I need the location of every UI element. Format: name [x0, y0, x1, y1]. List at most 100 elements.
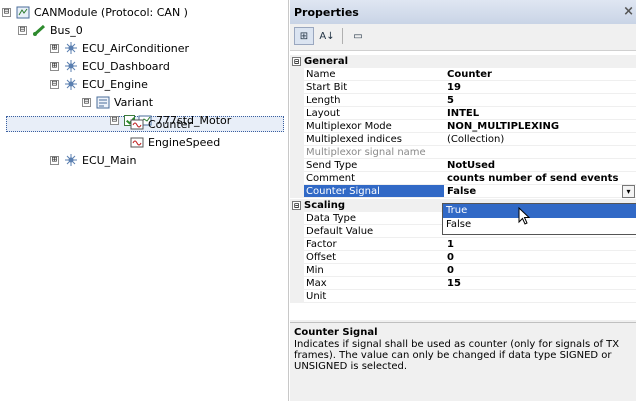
property-row-start-bit[interactable]: Start Bit 19 — [290, 81, 636, 94]
signal-icon — [130, 119, 144, 129]
mouse-cursor-icon — [518, 207, 531, 225]
property-pages-icon[interactable]: ▭ — [348, 27, 368, 45]
property-name: Factor — [304, 238, 444, 251]
expand-icon[interactable]: ⊞ — [50, 155, 59, 165]
tree-item-ecu-main[interactable]: ⊞ ECU_Main — [50, 152, 136, 168]
description-title: Counter Signal — [294, 327, 378, 338]
property-row-min[interactable]: Min 0 — [290, 264, 636, 277]
property-name: Data Type — [304, 212, 444, 225]
property-row-multiplexed-indices[interactable]: Multiplexed indices (Collection) — [290, 133, 636, 146]
category-general[interactable]: ⊟ General — [290, 55, 636, 68]
property-name: Send Type — [304, 159, 444, 172]
expand-icon[interactable]: ⊞ — [50, 43, 59, 53]
ecu-icon — [65, 77, 77, 90]
signal-icon — [130, 137, 144, 147]
counter-signal-dropdown-list: True False — [442, 203, 636, 235]
ecu-icon — [65, 153, 77, 166]
property-name: Max — [304, 277, 444, 290]
property-row-multiplexor-mode[interactable]: Multiplexor Mode NON_MULTIPLEXING — [290, 120, 636, 133]
property-value[interactable]: Counter — [444, 68, 636, 81]
property-row-layout[interactable]: Layout INTEL — [290, 107, 636, 120]
property-value[interactable] — [444, 146, 636, 159]
tree-label: ECU_Main — [82, 153, 137, 167]
dropdown-arrow-icon[interactable]: ▾ — [622, 185, 635, 198]
tree-label: ECU_Engine — [82, 77, 148, 91]
property-value[interactable]: 19 — [444, 81, 636, 94]
property-name: Multiplexor signal name — [304, 146, 444, 159]
property-value[interactable]: 0 — [444, 251, 636, 264]
description-panel: Counter Signal Indicates if signal shall… — [290, 322, 636, 401]
property-row-multiplexor-signal-name[interactable]: Multiplexor signal name — [290, 146, 636, 159]
expand-icon[interactable]: ⊞ — [50, 61, 59, 71]
property-value[interactable]: 5 — [444, 94, 636, 107]
close-icon[interactable]: × — [623, 4, 634, 19]
property-value[interactable]: 15 — [444, 277, 636, 290]
property-name: Name — [304, 68, 444, 81]
property-row-length[interactable]: Length 5 — [290, 94, 636, 107]
property-value[interactable]: counts number of send events — [444, 172, 636, 185]
collapse-icon[interactable]: ⊟ — [50, 79, 59, 89]
collapse-icon[interactable]: ⊟ — [2, 7, 11, 17]
property-value[interactable]: 0 — [444, 264, 636, 277]
property-row-factor[interactable]: Factor 1 — [290, 238, 636, 251]
collapse-icon[interactable]: ⊟ — [82, 97, 91, 107]
collapse-icon[interactable]: ⊟ — [292, 201, 301, 210]
property-row-counter-signal[interactable]: Counter Signal False ▾ — [290, 185, 636, 198]
property-row-max[interactable]: Max 15 — [290, 277, 636, 290]
property-value[interactable]: NON_MULTIPLEXING — [444, 120, 636, 133]
property-value[interactable]: NotUsed — [444, 159, 636, 172]
ecu-icon — [65, 59, 77, 72]
properties-title: Properties — [294, 5, 359, 19]
tree-item-enginespeed[interactable]: EngineSpeed — [130, 134, 220, 150]
module-icon — [16, 6, 30, 18]
property-name: Layout — [304, 107, 444, 120]
dropdown-option-false[interactable]: False — [443, 218, 636, 232]
tree-item-variant[interactable]: ⊟ Variant — [82, 94, 153, 110]
tree-label: EngineSpeed — [148, 135, 221, 149]
tree-label: CANModule (Protocol: CAN ) — [34, 5, 188, 19]
tree-item-canmodule[interactable]: ⊟ CANModule (Protocol: CAN ) — [2, 4, 188, 20]
dropdown-option-true[interactable]: True — [443, 204, 636, 218]
counter-signal-select[interactable]: False ▾ — [444, 185, 636, 198]
tree-label: ECU_Dashboard — [82, 59, 170, 73]
properties-panel: Properties × ⊞ A↓ ▭ ⊟ General Name Counte… — [290, 0, 636, 401]
collapse-icon[interactable]: ⊟ — [18, 25, 27, 35]
tree-item-ecu-airconditioner[interactable]: ⊞ ECU_AirConditioner — [50, 40, 189, 56]
property-value[interactable]: INTEL — [444, 107, 636, 120]
categorized-icon[interactable]: ⊞ — [294, 27, 314, 45]
ecu-icon — [65, 41, 77, 54]
property-value[interactable] — [444, 290, 636, 303]
property-row-comment[interactable]: Comment counts number of send events — [290, 172, 636, 185]
property-name: Offset — [304, 251, 444, 264]
collapse-icon[interactable]: ⊟ — [292, 57, 301, 66]
tree-label: Bus_0 — [50, 23, 83, 37]
variant-icon — [96, 96, 110, 108]
property-name: Length — [304, 94, 444, 107]
property-name: Default Value — [304, 225, 444, 238]
tree-item-ecu-dashboard[interactable]: ⊞ ECU_Dashboard — [50, 58, 170, 74]
toolbar-divider — [342, 28, 343, 44]
property-value[interactable]: 1 — [444, 238, 636, 251]
property-value[interactable]: (Collection) — [444, 133, 636, 146]
selected-value: False — [447, 186, 477, 197]
tree-item-bus[interactable]: ⊟ Bus_0 — [18, 22, 83, 38]
category-label: General — [304, 56, 348, 67]
alphabetical-sort-icon[interactable]: A↓ — [317, 27, 337, 45]
tree-item-ecu-engine[interactable]: ⊟ ECU_Engine — [50, 76, 148, 92]
properties-title-bar: Properties × — [290, 0, 636, 24]
property-row-offset[interactable]: Offset 0 — [290, 251, 636, 264]
project-tree: ⊟ CANModule (Protocol: CAN ) ⊟ Bus_0 ⊞ E… — [0, 0, 289, 401]
property-row-unit[interactable]: Unit — [290, 290, 636, 303]
tree-item-counter[interactable]: Counter — [130, 116, 192, 132]
property-name: Comment — [304, 172, 444, 185]
properties-toolbar: ⊞ A↓ ▭ — [290, 24, 636, 48]
property-name: Multiplexor Mode — [304, 120, 444, 133]
description-text: Indicates if signal shall be used as cou… — [294, 339, 620, 372]
property-grid: ⊟ General Name Counter Start Bit 19 Length… — [290, 50, 636, 320]
collapse-icon[interactable]: ⊟ — [110, 115, 119, 125]
property-row-name[interactable]: Name Counter — [290, 68, 636, 81]
property-name: Multiplexed indices — [304, 133, 444, 146]
property-name: Counter Signal — [304, 185, 444, 198]
property-row-send-type[interactable]: Send Type NotUsed — [290, 159, 636, 172]
property-name: Start Bit — [304, 81, 444, 94]
